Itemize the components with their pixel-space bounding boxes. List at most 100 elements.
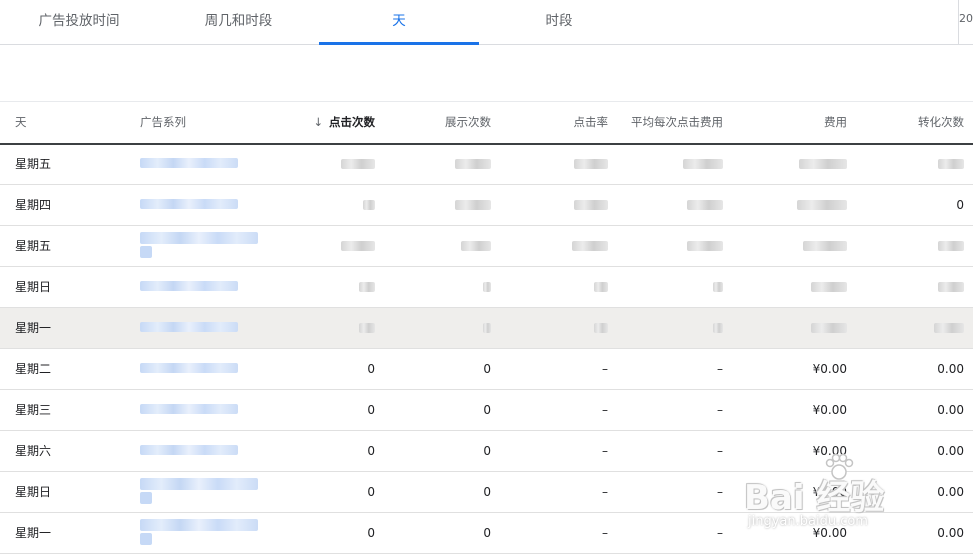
- conversions-cell: 0: [956, 198, 964, 212]
- avg-cpc-cell: –: [717, 526, 723, 540]
- redacted-campaign-name: [140, 363, 238, 373]
- column-header-campaign[interactable]: 广告系列: [140, 102, 186, 143]
- column-header-impressions[interactable]: 展示次数: [400, 102, 491, 143]
- redacted-value: [811, 323, 847, 333]
- conversions-cell: 0.00: [937, 362, 964, 376]
- column-header-ctr[interactable]: 点击率: [520, 102, 609, 143]
- cost-cell: ¥0.00: [812, 403, 847, 417]
- tab-day[interactable]: 天: [319, 0, 479, 45]
- redacted-campaign-name: [140, 404, 238, 414]
- ctr-cell: –: [602, 485, 608, 499]
- tab-hour[interactable]: 时段: [479, 0, 639, 44]
- tab-bar: 广告投放时间 周几和时段 天 时段 20: [0, 0, 973, 45]
- redacted-campaign-name: [140, 519, 258, 531]
- redacted-value: [572, 241, 608, 251]
- redacted-value: [594, 323, 608, 333]
- redacted-value: [683, 159, 723, 169]
- conversions-cell: 0.00: [937, 403, 964, 417]
- redacted-value: [341, 159, 375, 169]
- campaign-link[interactable]: [140, 363, 238, 373]
- campaign-link[interactable]: [140, 404, 238, 414]
- redacted-value: [363, 200, 375, 210]
- redacted-value: [483, 282, 491, 292]
- impressions-cell: 0: [483, 526, 491, 540]
- clicks-cell: 0: [367, 485, 375, 499]
- campaign-link[interactable]: [140, 158, 238, 168]
- table-row[interactable]: 星期五: [0, 226, 973, 267]
- redacted-value: [455, 159, 491, 169]
- table-row[interactable]: 星期一: [0, 308, 973, 349]
- tab-day-and-hour[interactable]: 周几和时段: [158, 0, 319, 44]
- impressions-cell: 0: [483, 403, 491, 417]
- redacted-campaign-name: [140, 246, 152, 258]
- redacted-value: [574, 200, 608, 210]
- day-cell: 星期二: [15, 362, 52, 376]
- redacted-value: [687, 241, 723, 251]
- ctr-cell: –: [602, 444, 608, 458]
- campaign-link[interactable]: [140, 519, 258, 545]
- day-cell: 星期五: [15, 239, 52, 253]
- redacted-value: [341, 241, 375, 251]
- impressions-cell: 0: [483, 362, 491, 376]
- table-row[interactable]: 星期二 0 0 – – ¥0.00 0.00: [0, 349, 973, 390]
- campaign-link[interactable]: [140, 478, 258, 504]
- avg-cpc-cell: –: [717, 485, 723, 499]
- clicks-cell: 0: [367, 444, 375, 458]
- day-cell: 星期日: [15, 485, 52, 499]
- table-row[interactable]: 星期四 0: [0, 185, 973, 226]
- redacted-campaign-name: [140, 478, 258, 490]
- day-cell: 星期一: [15, 526, 52, 540]
- campaign-link[interactable]: [140, 232, 258, 258]
- redacted-value: [483, 323, 491, 333]
- redacted-value: [799, 159, 847, 169]
- redacted-value: [713, 282, 723, 292]
- table-row[interactable]: 星期三 0 0 – – ¥0.00 0.00: [0, 390, 973, 431]
- table-row[interactable]: 星期日 0 0 – – ¥0.00 0.00: [0, 472, 973, 513]
- table-row[interactable]: 星期日: [0, 267, 973, 308]
- redacted-value: [687, 200, 723, 210]
- avg-cpc-cell: –: [717, 444, 723, 458]
- conversions-cell: 0.00: [937, 526, 964, 540]
- tab-ad-schedule[interactable]: 广告投放时间: [0, 0, 158, 44]
- redacted-value: [359, 282, 375, 292]
- cost-cell: ¥0.00: [812, 526, 847, 540]
- ctr-cell: –: [602, 403, 608, 417]
- day-cell: 星期六: [15, 444, 52, 458]
- redacted-value: [455, 200, 491, 210]
- redacted-campaign-name: [140, 158, 238, 168]
- redacted-campaign-name: [140, 199, 238, 209]
- date-range-panel[interactable]: 20: [958, 0, 973, 44]
- campaign-link[interactable]: [140, 281, 238, 291]
- table-header: 天 广告系列 ↓ 点击次数 展示次数 点击率 平均每次点击费用 费用 转化次数: [0, 101, 973, 145]
- avg-cpc-cell: –: [717, 362, 723, 376]
- table-row[interactable]: 星期五: [0, 144, 973, 185]
- redacted-campaign-name: [140, 232, 258, 244]
- ctr-cell: –: [602, 362, 608, 376]
- clicks-cell: 0: [367, 526, 375, 540]
- sort-down-arrow-icon: ↓: [313, 115, 323, 129]
- redacted-value: [574, 159, 608, 169]
- campaign-link[interactable]: [140, 322, 238, 332]
- table-row[interactable]: 星期一 0 0 – – ¥0.00 0.00: [0, 513, 973, 554]
- column-header-day[interactable]: 天: [15, 102, 27, 143]
- redacted-value: [938, 159, 964, 169]
- day-cell: 星期一: [15, 321, 52, 335]
- column-header-avg-cpc[interactable]: 平均每次点击费用: [615, 102, 723, 143]
- date-range-label: 20: [959, 12, 973, 25]
- day-cell: 星期四: [15, 198, 52, 212]
- table-row[interactable]: 星期六 0 0 – – ¥0.00 0.00: [0, 431, 973, 472]
- campaign-link[interactable]: [140, 445, 238, 455]
- campaign-link[interactable]: [140, 199, 238, 209]
- column-header-clicks[interactable]: ↓ 点击次数: [300, 102, 375, 143]
- column-header-cost[interactable]: 费用: [760, 102, 847, 143]
- ctr-cell: –: [602, 526, 608, 540]
- redacted-value: [811, 282, 847, 292]
- cost-cell: ¥0.00: [812, 444, 847, 458]
- redacted-value: [938, 282, 964, 292]
- clicks-cell: 0: [367, 362, 375, 376]
- clicks-cell: 0: [367, 403, 375, 417]
- conversions-cell: 0.00: [937, 444, 964, 458]
- redacted-campaign-name: [140, 281, 238, 291]
- column-header-conversions[interactable]: 转化次数: [870, 102, 964, 143]
- day-cell: 星期三: [15, 403, 52, 417]
